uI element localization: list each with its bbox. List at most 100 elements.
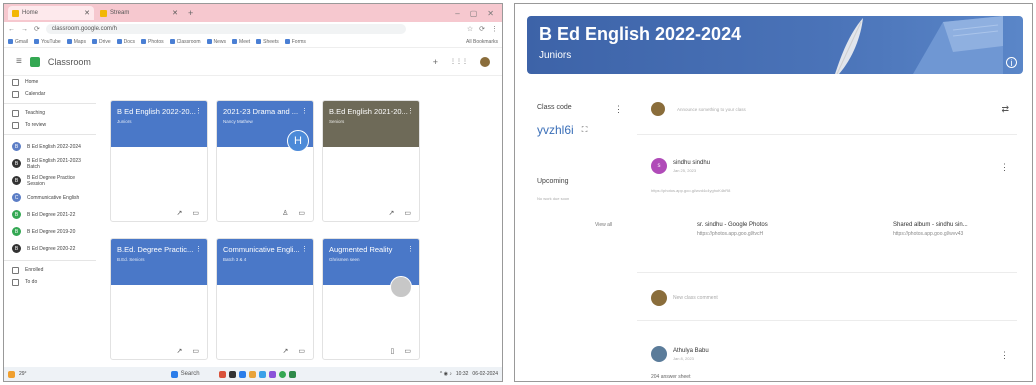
- tab-home[interactable]: Home ✕: [8, 6, 94, 20]
- bookmark-star-icon[interactable]: ☆: [467, 25, 473, 33]
- class-card-title[interactable]: B.Ed. Degree Practic...: [117, 245, 197, 254]
- sidebar-item-to-review[interactable]: To review: [4, 119, 96, 131]
- more-options-icon[interactable]: ⋮: [614, 104, 623, 115]
- class-card-title[interactable]: B Ed English 2022-20...: [117, 107, 197, 116]
- attachment-card[interactable]: sr. sindhu - Google Photos https://photo…: [697, 222, 768, 237]
- view-all-link[interactable]: View all: [595, 222, 612, 228]
- sidebar-item-calendar[interactable]: Calendar: [4, 88, 96, 100]
- card-action-icon[interactable]: ↗: [177, 209, 183, 217]
- folder-icon[interactable]: ▭: [404, 209, 411, 217]
- folder-icon[interactable]: ▭: [192, 209, 199, 217]
- sidebar-class-item[interactable]: C Communicative English: [4, 189, 96, 206]
- taskbar-app-icon[interactable]: [268, 370, 276, 378]
- taskbar-app-icon[interactable]: [248, 370, 256, 378]
- comment-placeholder[interactable]: New class comment: [673, 295, 718, 301]
- create-join-button[interactable]: +: [433, 57, 438, 67]
- card-menu-icon[interactable]: ⋮: [195, 107, 202, 115]
- sidebar-class-item[interactable]: B B Ed Degree 2021-22: [4, 206, 96, 223]
- maximize-icon[interactable]: ▢: [470, 9, 478, 18]
- new-tab-button[interactable]: +: [188, 8, 193, 18]
- bookmark-icon: [66, 39, 72, 44]
- bookmark-item[interactable]: Docs: [116, 39, 135, 45]
- reload-icon[interactable]: ⟳: [34, 25, 40, 33]
- class-card[interactable]: B.Ed English 2021-20... Seniors ⋮ ↗ ▭: [322, 100, 420, 222]
- card-menu-icon[interactable]: ⋮: [301, 107, 308, 115]
- class-card-title[interactable]: Augmented Reality: [329, 245, 409, 254]
- folder-icon[interactable]: ▭: [404, 347, 411, 355]
- bookmark-item[interactable]: News: [206, 39, 226, 45]
- bookmark-item[interactable]: Classroom: [169, 39, 201, 45]
- card-action-icon[interactable]: ↗: [283, 347, 289, 355]
- class-info-icon[interactable]: i: [1006, 57, 1017, 68]
- close-tab-icon[interactable]: ✕: [84, 9, 90, 17]
- class-card[interactable]: B.Ed. Degree Practic... B.Ed. Seniors ⋮ ↗ ▭: [110, 238, 208, 360]
- class-title: B Ed English 2022-2024: [539, 24, 742, 44]
- card-menu-icon[interactable]: ⋮: [407, 245, 414, 253]
- folder-icon[interactable]: ▭: [298, 209, 305, 217]
- folder-icon[interactable]: ▭: [298, 347, 305, 355]
- bookmark-item[interactable]: Meet: [232, 39, 250, 45]
- card-action-icon[interactable]: ▯: [391, 347, 395, 355]
- attachment-card[interactable]: Shared album - sindhu sin... https://pho…: [893, 222, 968, 237]
- class-card[interactable]: Augmented Reality Ghrismen seen ⋮ ▯ ▭: [322, 238, 420, 360]
- sidebar-item-enrolled[interactable]: Enrolled: [4, 264, 96, 276]
- close-tab-icon[interactable]: ✕: [172, 9, 178, 17]
- all-bookmarks[interactable]: All Bookmarks: [466, 39, 498, 45]
- sidebar-item-todo[interactable]: To do: [4, 276, 96, 288]
- tray-icons[interactable]: ^ ◉ ♪: [440, 371, 452, 377]
- post-link[interactable]: https://photos.app.goo.gl/wvd4c4yghoK4bR…: [651, 188, 730, 193]
- sidebar-class-item[interactable]: B B Ed Degree 2019-20: [4, 223, 96, 240]
- class-card-title[interactable]: 2021-23 Drama and ...: [223, 107, 303, 116]
- bookmark-item[interactable]: Sheets: [256, 39, 279, 45]
- folder-icon[interactable]: ▭: [192, 347, 199, 355]
- bookmark-item[interactable]: Photos: [141, 39, 164, 45]
- class-card[interactable]: Communicative Engli... Batch 3 & 4 ⋮ ↗ ▭: [216, 238, 314, 360]
- windows-start-icon[interactable]: [170, 370, 178, 378]
- sidebar-item-teaching[interactable]: Teaching: [4, 107, 96, 119]
- taskbar-app-icon[interactable]: [238, 370, 246, 378]
- bookmark-item[interactable]: Drive: [91, 39, 111, 45]
- account-avatar[interactable]: [480, 56, 490, 67]
- teacher-avatar-h: H: [287, 130, 309, 152]
- taskbar-app-icon[interactable]: [218, 370, 226, 378]
- card-action-icon[interactable]: ↗: [177, 347, 183, 355]
- class-card-title[interactable]: Communicative Engli...: [223, 245, 303, 254]
- main-menu-icon[interactable]: ≡: [16, 56, 22, 67]
- class-card-title[interactable]: B.Ed English 2021-20...: [329, 107, 409, 116]
- taskbar-app-icon[interactable]: [228, 370, 236, 378]
- bookmark-item[interactable]: Maps: [66, 39, 86, 45]
- post-menu-icon[interactable]: ⋮: [1000, 162, 1009, 173]
- taskbar-app-icon[interactable]: [288, 370, 296, 378]
- class-card[interactable]: B Ed English 2022-20... Juniors ⋮ ↗ ▭: [110, 100, 208, 222]
- sidebar-class-item[interactable]: B B Ed English 2022-2024: [4, 138, 96, 155]
- announce-box[interactable]: Announce something to your class ⇄: [637, 94, 1017, 124]
- chrome-icon[interactable]: [278, 370, 286, 378]
- back-icon[interactable]: ←: [8, 26, 15, 33]
- taskbar-search[interactable]: Search: [181, 371, 200, 377]
- bookmark-item[interactable]: YouTube: [34, 39, 61, 45]
- post-menu-icon[interactable]: ⋮: [1000, 350, 1009, 361]
- sidebar-item-home[interactable]: Home: [4, 76, 96, 88]
- sidebar-class-item[interactable]: B B Ed Degree 2020-22: [4, 240, 96, 257]
- apps-grid-icon[interactable]: ⋮⋮⋮: [450, 58, 468, 65]
- card-menu-icon[interactable]: ⋮: [301, 245, 308, 253]
- sync-icon[interactable]: ⟳: [479, 25, 485, 33]
- bookmark-item[interactable]: Gmail: [8, 39, 28, 45]
- sidebar-class-item[interactable]: B B Ed Degree Practice Session: [4, 172, 96, 189]
- fullscreen-icon[interactable]: ⛶: [582, 125, 588, 135]
- bookmark-item[interactable]: Forms: [284, 39, 306, 45]
- card-menu-icon[interactable]: ⋮: [195, 245, 202, 253]
- card-menu-icon[interactable]: ⋮: [407, 107, 414, 115]
- sidebar-class-item[interactable]: B B Ed English 2021-2023 Batch: [4, 155, 96, 172]
- browser-menu-icon[interactable]: ⋮: [491, 25, 498, 33]
- class-card[interactable]: 2021-23 Drama and ... Nancy Mathew ⋮ ♙ ▭: [216, 100, 314, 222]
- minimize-icon[interactable]: –: [455, 9, 459, 18]
- address-bar[interactable]: classroom.google.com/h: [45, 24, 406, 34]
- repost-icon[interactable]: ⇄: [1001, 104, 1009, 115]
- card-action-icon[interactable]: ↗: [389, 209, 395, 217]
- taskbar-app-icon[interactable]: [258, 370, 266, 378]
- close-window-icon[interactable]: ✕: [487, 9, 494, 18]
- tab-stream[interactable]: Stream ✕: [96, 6, 182, 20]
- forward-icon[interactable]: →: [21, 26, 28, 33]
- card-action-icon[interactable]: ♙: [282, 209, 288, 217]
